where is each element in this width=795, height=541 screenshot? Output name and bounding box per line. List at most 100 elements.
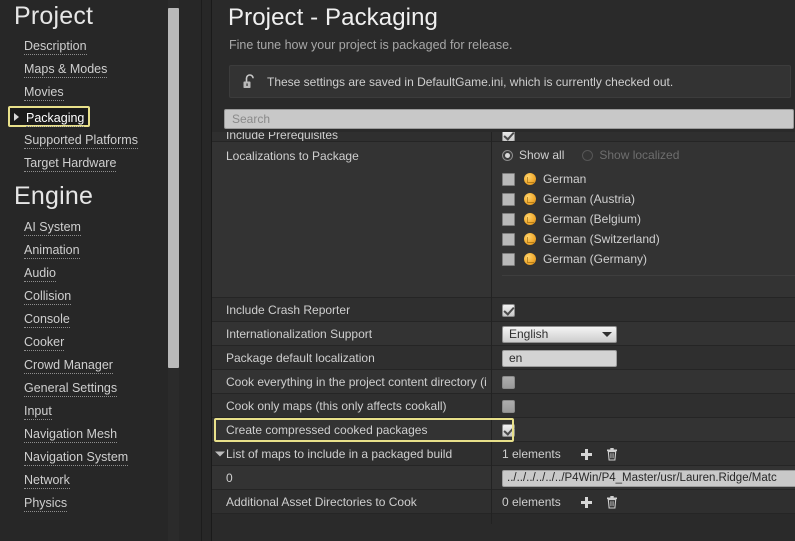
locale-label: German (Belgium): [543, 212, 642, 226]
cook-everything-checkbox[interactable]: [502, 375, 515, 389]
property-label: Additional Asset Directories to Cook: [226, 495, 417, 509]
property-value[interactable]: [491, 298, 795, 322]
locale-checkbox[interactable]: [502, 212, 515, 226]
property-label: Package default localization: [226, 351, 375, 365]
sidebar-item-crowd-manager[interactable]: Crowd Manager: [24, 356, 212, 375]
sidebar-item-label: General Settings: [24, 381, 118, 397]
localization-scope-radio-group[interactable]: Show all Show localized: [502, 142, 795, 162]
trash-icon: [607, 495, 617, 509]
locale-checkbox[interactable]: [502, 232, 515, 246]
sidebar-item-navigation-mesh[interactable]: Navigation Mesh: [24, 425, 212, 444]
sidebar-item-console[interactable]: Console: [24, 310, 212, 329]
plus-icon: [580, 496, 592, 508]
sidebar-item-target-hardware[interactable]: Target Hardware: [24, 154, 212, 173]
property-value[interactable]: [491, 370, 795, 394]
table-row-create-compressed-cooked-packages[interactable]: Create compressed cooked packages: [212, 418, 795, 442]
page-title: Project - Packaging: [228, 4, 439, 31]
trash-icon: [607, 447, 617, 461]
include-crash-reporter-checkbox[interactable]: [502, 303, 515, 317]
property-value[interactable]: [491, 418, 795, 442]
sidebar-item-description[interactable]: Description: [24, 37, 212, 56]
sidebar-item-physics[interactable]: Physics: [24, 494, 212, 513]
property-value[interactable]: English: [491, 322, 795, 346]
radio-show-all-label: Show all: [519, 148, 565, 162]
sidebar-item-supported-platforms[interactable]: Supported Platforms: [24, 131, 212, 150]
internationalization-support-dropdown[interactable]: English: [502, 325, 617, 343]
dropdown-selected-value: English: [509, 327, 549, 341]
table-row-list-of-maps[interactable]: List of maps to include in a packaged bu…: [212, 442, 795, 466]
sidebar-item-label: Description: [24, 39, 87, 55]
column-splitter[interactable]: [491, 132, 492, 524]
sidebar-item-cooker[interactable]: Cooker: [24, 333, 212, 352]
list-item[interactable]: German (Belgium): [502, 209, 795, 229]
property-label: Localizations to Package: [226, 149, 359, 163]
element-count: 1 elements: [502, 447, 561, 461]
radio-show-localized-label: Show localized: [599, 148, 680, 162]
create-compressed-cooked-packages-checkbox[interactable]: [502, 423, 515, 437]
settings-main-panel: Project - Packaging Fine tune how your p…: [212, 0, 795, 541]
property-value[interactable]: en: [491, 346, 795, 370]
include-prerequisites-checkbox[interactable]: [502, 132, 515, 141]
property-value[interactable]: [491, 132, 795, 141]
table-row-map-entry-0[interactable]: 0 ../../../../../../P4Win/P4_Master/usr/…: [212, 466, 795, 490]
sidebar-item-label: Input: [24, 404, 52, 420]
property-label: Include Crash Reporter: [226, 303, 351, 317]
property-value[interactable]: ../../../../../../P4Win/P4_Master/usr/La…: [491, 466, 795, 490]
sidebar-item-audio[interactable]: Audio: [24, 264, 212, 283]
map-path-input[interactable]: ../../../../../../P4Win/P4_Master/usr/La…: [502, 469, 795, 487]
locale-checkbox[interactable]: [502, 172, 515, 186]
property-value[interactable]: Show all Show localized German German (A…: [491, 142, 795, 276]
sidebar-item-maps-modes[interactable]: Maps & Modes: [24, 60, 212, 79]
cook-only-maps-checkbox[interactable]: [502, 399, 515, 413]
list-item[interactable]: German (Switzerland): [502, 229, 795, 249]
checked-out-notice: These settings are saved in DefaultGame.…: [229, 65, 791, 98]
table-row-additional-asset-directories[interactable]: Additional Asset Directories to Cook 0 e…: [212, 490, 795, 514]
sidebar-item-movies[interactable]: Movies: [24, 83, 212, 102]
sidebar-item-input[interactable]: Input: [24, 402, 212, 421]
locale-checkbox[interactable]: [502, 192, 515, 206]
property-value[interactable]: [491, 394, 795, 418]
plus-icon: [580, 448, 592, 460]
add-element-button[interactable]: [577, 493, 595, 511]
table-row-internationalization-support[interactable]: Internationalization Support English: [212, 322, 795, 346]
radio-show-localized[interactable]: [582, 149, 594, 161]
clear-elements-button[interactable]: [603, 493, 621, 511]
sidebar-item-animation[interactable]: Animation: [24, 241, 212, 260]
list-item[interactable]: German: [502, 169, 795, 189]
locale-checkbox[interactable]: [502, 252, 515, 266]
radio-show-all[interactable]: [502, 149, 513, 161]
table-row-cook-only-maps[interactable]: Cook only maps (this only affects cookal…: [212, 394, 795, 418]
sidebar-item-ai-system[interactable]: AI System: [24, 218, 212, 237]
search-input[interactable]: [225, 110, 793, 128]
property-label: Include Prerequisites: [226, 132, 339, 141]
sidebar-section-title-project: Project: [14, 2, 94, 30]
sidebar-item-label: Animation: [24, 243, 80, 259]
sidebar-scrollbar-thumb[interactable]: [168, 8, 179, 368]
table-row-include-crash-reporter[interactable]: Include Crash Reporter: [212, 298, 795, 322]
property-label: Cook only maps (this only affects cookal…: [226, 399, 447, 413]
table-row-localizations-to-package[interactable]: Localizations to Package Show all Show l…: [212, 142, 795, 298]
sidebar-item-label: Maps & Modes: [24, 62, 108, 78]
sidebar-item-label: Physics: [24, 496, 68, 512]
unlocked-padlock-icon: [239, 71, 261, 93]
package-default-localization-input[interactable]: en: [502, 349, 617, 367]
table-row-cook-everything[interactable]: Cook everything in the project content d…: [212, 370, 795, 394]
sidebar-item-collision[interactable]: Collision: [24, 287, 212, 306]
sidebar-item-label: AI System: [24, 220, 81, 236]
add-element-button[interactable]: [577, 445, 595, 463]
sidebar-divider: [201, 0, 202, 541]
sidebar-item-general-settings[interactable]: General Settings: [24, 379, 212, 398]
clear-elements-button[interactable]: [603, 445, 621, 463]
expander-triangle-icon[interactable]: [215, 451, 225, 457]
table-row-package-default-localization[interactable]: Package default localization en: [212, 346, 795, 370]
table-row-include-prerequisites[interactable]: Include Prerequisites: [212, 132, 795, 142]
list-item[interactable]: German (Austria): [502, 189, 795, 209]
sidebar-item-packaging[interactable]: Packaging: [8, 106, 90, 127]
list-item[interactable]: German (Germany): [502, 249, 795, 269]
sidebar-item-network[interactable]: Network: [24, 471, 212, 490]
sidebar-item-navigation-system[interactable]: Navigation System: [24, 448, 212, 467]
search-bar[interactable]: [224, 109, 794, 129]
chevron-right-icon: [14, 112, 19, 121]
sidebar-item-label: Movies: [24, 85, 64, 101]
locale-list-divider: [502, 275, 795, 276]
